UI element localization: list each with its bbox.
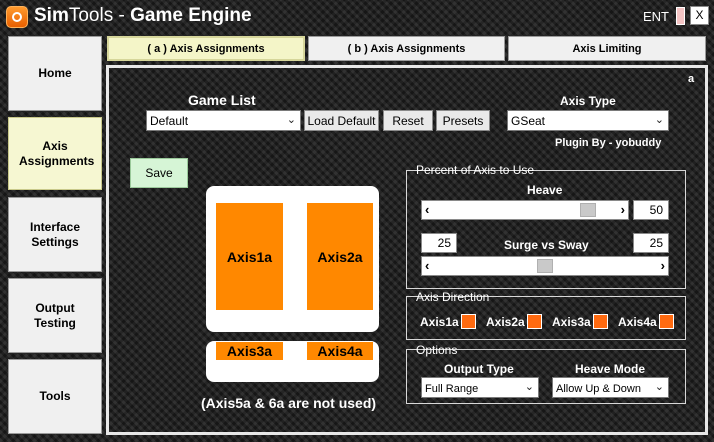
save-button[interactable]: Save	[130, 158, 188, 188]
direction-toggle-axis3a[interactable]	[593, 314, 608, 329]
heave-mode-label: Heave Mode	[575, 362, 646, 376]
direction-label-axis4a: Axis4a	[618, 315, 657, 329]
direction-label-axis3a: Axis3a	[552, 315, 591, 329]
ent-indicator[interactable]	[676, 7, 685, 25]
sidebar-item-label: Interface Settings	[29, 219, 81, 249]
surge-value-field[interactable]: 25	[421, 233, 457, 253]
chevron-down-icon: ⌄	[654, 381, 664, 393]
heave-mode-value: Allow Up & Down	[556, 383, 641, 395]
sidebar-item-tools[interactable]: Tools	[8, 359, 102, 434]
tab-label: Axis Limiting	[572, 42, 642, 55]
tab-axis-assignments-b[interactable]: ( b ) Axis Assignments	[308, 36, 505, 61]
chevron-right-icon[interactable]: ›	[621, 202, 625, 217]
chevron-left-icon[interactable]: ‹	[425, 202, 429, 217]
sidebar-item-output-testing[interactable]: Output Testing	[8, 278, 102, 353]
axis-type-select[interactable]: GSeat ⌄	[507, 110, 669, 131]
surge-sway-label: Surge vs Sway	[504, 238, 589, 252]
sidebar-item-interface-settings[interactable]: Interface Settings	[8, 197, 102, 272]
chevron-left-icon[interactable]: ‹	[425, 258, 429, 273]
axis-block-2a: Axis2a	[307, 203, 373, 310]
tab-label: ( b ) Axis Assignments	[347, 42, 466, 55]
chevron-down-icon: ⌄	[654, 114, 664, 126]
chevron-down-icon: ⌄	[286, 114, 296, 126]
sway-value-field[interactable]: 25	[633, 233, 669, 253]
heave-label: Heave	[527, 183, 563, 197]
sidebar-item-label: Axis Assignments	[19, 138, 95, 168]
heave-slider[interactable]: ‹ ›	[421, 200, 629, 220]
tab-axis-limiting[interactable]: Axis Limiting	[508, 36, 706, 61]
tab-axis-assignments-a[interactable]: ( a ) Axis Assignments	[107, 36, 305, 61]
reset-button[interactable]: Reset	[383, 110, 433, 131]
window-title: SimTools - Game Engine	[34, 5, 252, 27]
output-type-value: Full Range	[425, 383, 479, 395]
unused-axes-note: (Axis5a & 6a are not used)	[201, 395, 377, 411]
ent-label: ENT	[643, 9, 669, 24]
heave-mode-select[interactable]: Allow Up & Down ⌄	[552, 377, 669, 398]
output-type-label: Output Type	[444, 362, 514, 376]
direction-toggle-axis2a[interactable]	[527, 314, 542, 329]
percent-axis-group-title: Percent of Axis to Use	[414, 163, 537, 177]
sidebar-item-home[interactable]: Home	[8, 36, 102, 111]
plugin-author: Plugin By - yobuddy	[555, 137, 662, 149]
heave-slider-thumb[interactable]	[580, 203, 597, 217]
title-separator: -	[113, 5, 131, 26]
direction-label-axis2a: Axis2a	[486, 315, 525, 329]
load-default-button[interactable]: Load Default	[304, 110, 379, 131]
chevron-right-icon[interactable]: ›	[661, 258, 665, 273]
sidebar-item-label: Tools	[39, 389, 71, 403]
sidebar-item-axis-assignments[interactable]: Axis Assignments	[8, 117, 102, 190]
tab-label: ( a ) Axis Assignments	[147, 42, 265, 55]
axis-block-4a: Axis4a	[307, 342, 373, 360]
surge-sway-slider[interactable]: ‹ ›	[421, 256, 669, 276]
axis-type-value: GSeat	[511, 114, 546, 128]
direction-toggle-axis1a[interactable]	[461, 314, 476, 329]
direction-label-axis1a: Axis1a	[420, 315, 459, 329]
options-group-title: Options	[414, 343, 460, 357]
title-subtitle: Game Engine	[130, 5, 252, 26]
heave-value-field[interactable]: 50	[633, 200, 669, 220]
panel-tag: a	[688, 73, 695, 85]
game-list-value: Default	[150, 114, 189, 128]
direction-toggle-axis4a[interactable]	[659, 314, 674, 329]
axis-direction-group-title: Axis Direction	[414, 290, 492, 304]
axis-block-3a: Axis3a	[216, 342, 283, 360]
title-sim: Sim	[34, 5, 69, 26]
game-list-select[interactable]: Default ⌄	[146, 110, 301, 131]
axis-type-label: Axis Type	[560, 94, 616, 108]
close-button[interactable]: X	[690, 6, 709, 25]
sidebar-item-label: Output Testing	[34, 300, 76, 330]
output-type-select[interactable]: Full Range ⌄	[421, 377, 539, 398]
surge-sway-slider-thumb[interactable]	[537, 259, 553, 273]
axis-block-1a: Axis1a	[216, 203, 283, 310]
title-tools: Tools	[68, 5, 114, 26]
app-logo-icon	[6, 6, 28, 28]
game-list-label: Game List	[188, 92, 256, 108]
chevron-down-icon: ⌄	[524, 381, 534, 393]
sidebar-item-label: Home	[38, 66, 72, 80]
presets-button[interactable]: Presets	[436, 110, 490, 131]
